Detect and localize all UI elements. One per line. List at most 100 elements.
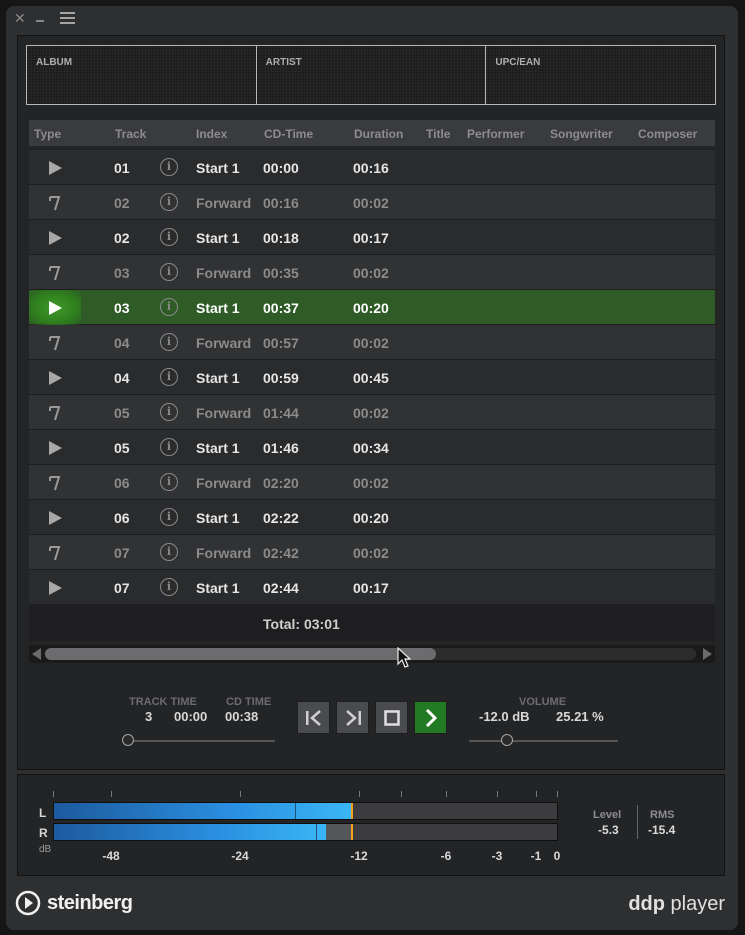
table-row[interactable]: 07 i Start 1 02:44 00:17 (29, 570, 715, 605)
table-row[interactable]: 02 i Start 1 00:18 00:17 (29, 220, 715, 255)
table-row[interactable]: 01 i Start 1 00:00 00:16 (29, 150, 715, 185)
index-cell: Start 1 (196, 580, 240, 596)
track-table-header: Type Track Index CD-Time Duration Title … (29, 120, 715, 146)
type-cell[interactable] (29, 290, 81, 325)
play-icon (425, 708, 437, 727)
artist-field[interactable]: ARTIST (257, 46, 487, 104)
table-row[interactable]: 07 i Forward 02:42 00:02 (29, 535, 715, 570)
column-type[interactable]: Type (34, 127, 61, 141)
table-row[interactable]: 06 i Start 1 02:22 00:20 (29, 500, 715, 535)
cd-time-cell: 02:44 (263, 580, 299, 596)
type-cell[interactable] (29, 430, 81, 465)
scrollbar-track[interactable] (45, 648, 696, 660)
play-marker-icon (48, 370, 62, 385)
column-duration[interactable]: Duration (354, 127, 403, 141)
info-icon[interactable]: i (160, 263, 178, 281)
table-row[interactable]: 04 i Start 1 00:59 00:45 (29, 360, 715, 395)
info-icon[interactable]: i (160, 228, 178, 246)
type-cell[interactable] (29, 255, 81, 290)
column-title[interactable]: Title (426, 127, 450, 141)
column-cd-time[interactable]: CD-Time (264, 127, 313, 141)
track-number: 01 (114, 160, 130, 176)
volume-slider-track[interactable] (469, 740, 618, 742)
type-cell[interactable] (29, 185, 81, 220)
brand-name: steinberg (47, 891, 133, 914)
type-cell[interactable] (29, 500, 81, 535)
play-marker-icon (48, 510, 62, 525)
forward-marker-icon (49, 475, 61, 490)
level-meter-panel: L R dB -48 -24 -12 -6 -3 -1 0 Level -5.3 RMS -… (17, 774, 725, 876)
info-icon[interactable]: i (160, 368, 178, 386)
info-icon[interactable]: i (160, 438, 178, 456)
track-number: 07 (114, 545, 130, 561)
info-icon[interactable]: i (160, 298, 178, 316)
type-cell[interactable] (29, 325, 81, 360)
steinberg-logo: steinberg (15, 890, 133, 916)
cd-time-cell: 00:00 (263, 160, 299, 176)
menu-icon[interactable] (59, 12, 75, 24)
info-icon[interactable]: i (160, 333, 178, 351)
table-row[interactable]: 04 i Forward 00:57 00:02 (29, 325, 715, 360)
play-button[interactable] (414, 701, 447, 734)
scroll-right-arrow-icon[interactable] (703, 648, 712, 660)
info-icon[interactable]: i (160, 158, 178, 176)
type-cell[interactable] (29, 535, 81, 570)
type-cell[interactable] (29, 465, 81, 500)
rms-label: RMS (650, 809, 675, 821)
level-label: Level (593, 809, 622, 821)
info-icon[interactable]: i (160, 473, 178, 491)
scrollbar-thumb[interactable] (45, 648, 436, 660)
table-row[interactable]: 02 i Forward 00:16 00:02 (29, 185, 715, 220)
close-icon[interactable]: ✕ (14, 11, 26, 25)
info-icon[interactable]: i (160, 508, 178, 526)
track-time-value: 00:00 (174, 709, 208, 724)
position-slider-track[interactable] (128, 740, 275, 742)
column-performer[interactable]: Performer (467, 127, 524, 141)
table-row[interactable]: 06 i Forward 02:20 00:02 (29, 465, 715, 500)
track-number: 03 (114, 265, 130, 281)
next-button[interactable] (336, 701, 369, 734)
left-channel-label: L (39, 806, 47, 820)
app-window: ✕ ALBUM ARTIST UPC/EAN Type Track Index … (6, 6, 738, 930)
type-cell[interactable] (29, 150, 81, 185)
column-index[interactable]: Index (196, 127, 227, 141)
index-cell: Forward (196, 405, 252, 421)
table-row[interactable]: 05 i Forward 01:44 00:02 (29, 395, 715, 430)
db-unit-label: dB (39, 844, 52, 855)
index-cell: Forward (196, 475, 252, 491)
minimize-icon[interactable] (35, 20, 44, 22)
upc-field[interactable]: UPC/EAN (486, 46, 715, 104)
table-row[interactable]: 03 i Start 1 00:37 00:20 (29, 290, 715, 325)
info-icon[interactable]: i (160, 578, 178, 596)
play-marker-icon (48, 160, 62, 175)
stop-button[interactable] (375, 701, 408, 734)
type-cell[interactable] (29, 395, 81, 430)
table-row[interactable]: 05 i Start 1 01:46 00:34 (29, 430, 715, 465)
type-cell[interactable] (29, 360, 81, 395)
column-track[interactable]: Track (115, 127, 146, 141)
level-separator (637, 805, 638, 839)
column-songwriter[interactable]: Songwriter (550, 127, 613, 141)
duration-cell: 00:02 (353, 405, 389, 421)
album-field[interactable]: ALBUM (27, 46, 257, 104)
previous-button[interactable] (297, 701, 330, 734)
scroll-left-arrow-icon[interactable] (32, 648, 41, 660)
horizontal-scrollbar[interactable] (29, 645, 715, 663)
type-cell[interactable] (29, 570, 81, 605)
duration-cell: 00:02 (353, 545, 389, 561)
index-cell: Start 1 (196, 510, 240, 526)
duration-cell: 00:02 (353, 475, 389, 491)
volume-slider-knob[interactable] (500, 734, 513, 746)
type-cell[interactable] (29, 220, 81, 255)
info-icon[interactable]: i (160, 193, 178, 211)
info-icon[interactable]: i (160, 403, 178, 421)
track-number: 06 (114, 475, 130, 491)
left-peak-hold (350, 803, 353, 819)
forward-marker-icon (49, 545, 61, 560)
cd-time-label: CD TIME (226, 696, 272, 708)
position-slider-knob[interactable] (122, 734, 134, 746)
duration-cell: 00:45 (353, 370, 389, 386)
column-composer[interactable]: Composer (638, 127, 697, 141)
table-row[interactable]: 03 i Forward 00:35 00:02 (29, 255, 715, 290)
info-icon[interactable]: i (160, 543, 178, 561)
